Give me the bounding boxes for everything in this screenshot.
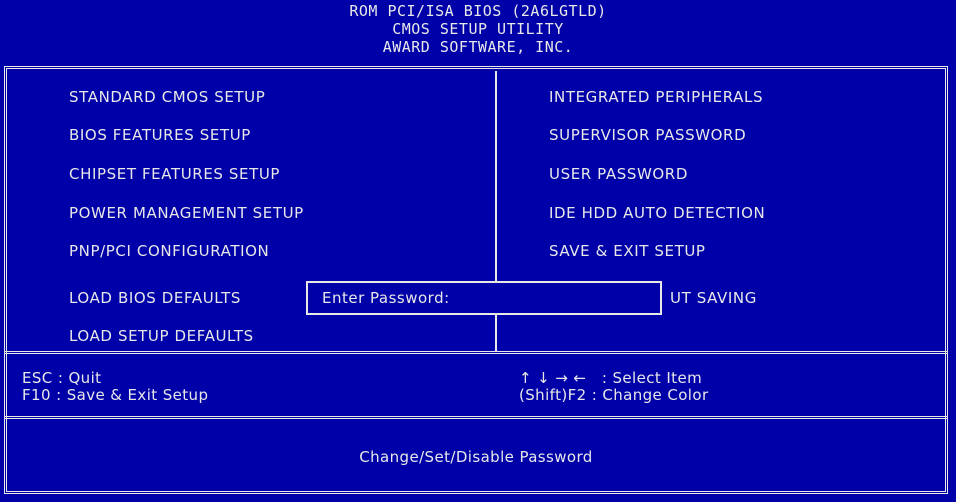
menu-supervisor-password[interactable]: SUPERVISOR PASSWORD [549, 126, 746, 144]
menu-ide-hdd-auto-detection[interactable]: IDE HDD AUTO DETECTION [549, 204, 765, 222]
bios-screen: ROM PCI/ISA BIOS (2A6LGTLD) CMOS SETUP U… [0, 0, 956, 502]
menu-load-setup-defaults[interactable]: LOAD SETUP DEFAULTS [69, 327, 254, 345]
header-utility-title: CMOS SETUP UTILITY [392, 20, 564, 38]
menu-bios-features-setup[interactable]: BIOS FEATURES SETUP [69, 126, 251, 144]
help-select-item: ↑ ↓ → ← : Select Item [519, 369, 703, 387]
menu-power-management-setup[interactable]: POWER MANAGEMENT SETUP [69, 204, 304, 222]
header-bios-version: ROM PCI/ISA BIOS (2A6LGTLD) [349, 2, 607, 20]
menu-pnp-pci-configuration[interactable]: PNP/PCI CONFIGURATION [69, 242, 269, 260]
help-status-divider [4, 416, 948, 419]
password-dialog: Enter Password: [306, 281, 662, 315]
help-esc-quit: ESC : Quit [22, 369, 102, 387]
help-change-color: (Shift)F2 : Change Color [519, 386, 709, 404]
menu-load-bios-defaults[interactable]: LOAD BIOS DEFAULTS [69, 289, 241, 307]
menu-integrated-peripherals[interactable]: INTEGRATED PERIPHERALS [549, 88, 763, 106]
password-prompt-label: Enter Password: [322, 289, 450, 307]
menu-exit-without-saving[interactable]: UT SAVING [670, 289, 757, 307]
menu-user-password[interactable]: USER PASSWORD [549, 165, 688, 183]
password-input[interactable] [508, 289, 648, 307]
menu-chipset-features-setup[interactable]: CHIPSET FEATURES SETUP [69, 165, 280, 183]
header-vendor: AWARD SOFTWARE, INC. [382, 38, 574, 56]
menu-save-exit-setup[interactable]: SAVE & EXIT SETUP [549, 242, 706, 260]
menu-help-divider [4, 351, 948, 354]
help-f10-save-exit: F10 : Save & Exit Setup [22, 386, 209, 404]
status-description: Change/Set/Disable Password [359, 448, 593, 466]
bios-header: ROM PCI/ISA BIOS (2A6LGTLD) CMOS SETUP U… [0, 2, 956, 56]
menu-standard-cmos-setup[interactable]: STANDARD CMOS SETUP [69, 88, 265, 106]
